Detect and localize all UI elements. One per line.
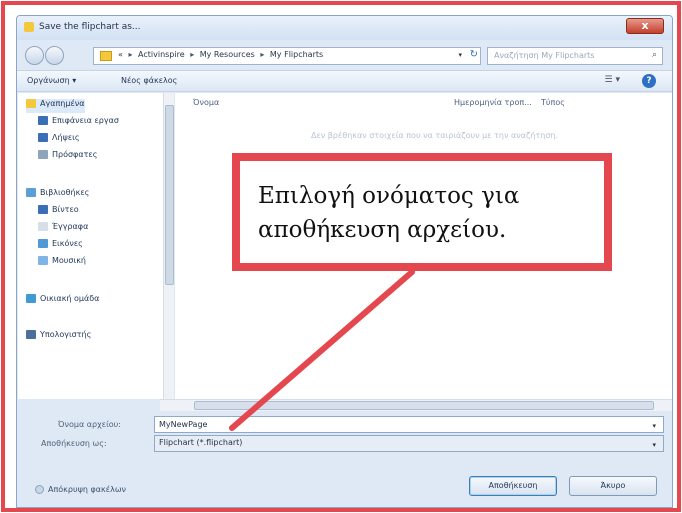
pointer-line	[229, 269, 415, 431]
callout-pointer-line	[229, 269, 415, 431]
